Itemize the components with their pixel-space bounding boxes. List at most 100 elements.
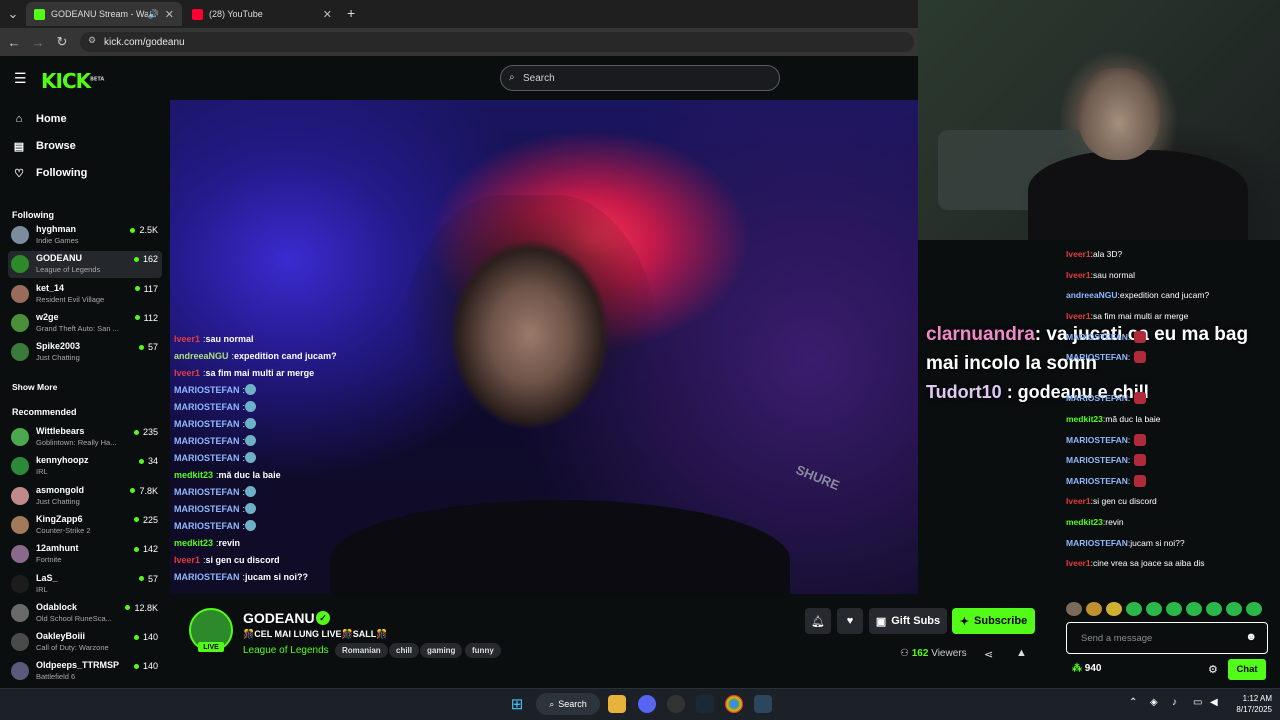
site-info-icon[interactable]: ⚙ xyxy=(88,35,96,46)
microphone-icon[interactable]: ♪ xyxy=(1172,697,1177,708)
hamburger-menu-icon[interactable]: ☰ xyxy=(14,70,27,87)
chat-message[interactable]: MARIOSTEFAN: xyxy=(1066,326,1278,347)
back-icon[interactable]: ← xyxy=(6,34,22,50)
discord-icon[interactable] xyxy=(638,695,656,713)
chat-message[interactable]: Iveer1: si gen cu discord xyxy=(1066,491,1278,512)
steam-icon[interactable] xyxy=(696,695,714,713)
chat-message[interactable]: Iveer1: sau normal xyxy=(1066,265,1278,286)
sidebar-channel-kennyhoopz[interactable]: kennyhoopz IRL 34 xyxy=(8,453,162,480)
emote-icon[interactable] xyxy=(1106,602,1122,616)
gift-subs-button[interactable]: ▣ Gift Subs xyxy=(869,608,947,634)
chat-username[interactable]: medkit23 xyxy=(1066,414,1103,424)
emote-icon[interactable] xyxy=(1086,602,1102,616)
tag-funny[interactable]: funny xyxy=(465,643,501,658)
reload-icon[interactable]: ↻ xyxy=(54,34,70,50)
chat-message[interactable]: Iveer1: ala 3D? xyxy=(1066,244,1278,265)
display-icon[interactable]: ▭ xyxy=(1193,697,1202,708)
nav-browse[interactable]: ▤ Browse xyxy=(12,136,76,156)
emote-icon[interactable] xyxy=(1126,602,1142,616)
chat-message[interactable]: Iveer1: cine vrea sa joace sa aiba dis xyxy=(1066,553,1278,574)
kick-logo[interactable]: KICKBETA xyxy=(41,69,104,93)
chat-message[interactable]: MARIOSTEFAN: xyxy=(1066,429,1278,450)
emote-bar[interactable] xyxy=(1066,602,1272,618)
chat-send-button[interactable]: Chat xyxy=(1228,659,1266,680)
chat-username[interactable]: Iveer1 xyxy=(1066,249,1091,259)
emote-icon[interactable] xyxy=(1206,602,1222,616)
windows-start-icon[interactable]: ⊞ xyxy=(508,695,526,713)
share-icon[interactable]: ⋖ xyxy=(984,648,993,661)
emote-icon[interactable] xyxy=(1066,602,1082,616)
sidebar-channel-hyghman[interactable]: hyghman Indie Games 2.5K xyxy=(8,222,162,249)
chat-message[interactable]: MARIOSTEFAN: xyxy=(1066,347,1278,368)
report-icon[interactable]: ▲ xyxy=(1016,647,1027,659)
sidebar-channel-12amhunt[interactable]: 12amhunt Fortnite 142 xyxy=(8,541,162,568)
chat-username[interactable]: MARIOSTEFAN xyxy=(1066,476,1128,486)
chat-username[interactable]: MARIOSTEFAN xyxy=(1066,455,1128,465)
emoji-picker-icon[interactable]: ☻ xyxy=(1245,631,1257,643)
show-more-link[interactable]: Show More xyxy=(12,382,57,392)
emote-icon[interactable] xyxy=(1226,602,1242,616)
sidebar-channel-oakleyboiii[interactable]: OakleyBoiii Call of Duty: Warzone 140 xyxy=(8,629,162,656)
subscribe-button[interactable]: ✦ Subscribe xyxy=(952,608,1035,634)
chat-message[interactable]: MARIOSTEFAN: xyxy=(1066,450,1278,471)
taskbar-search[interactable]: ⌕ Search xyxy=(536,693,600,715)
nav-following[interactable]: ♡ Following xyxy=(12,163,87,183)
forward-icon[interactable]: → xyxy=(30,34,46,50)
sidebar-channel-wittlebears[interactable]: Wittlebears Goblintown: Really Ha... 235 xyxy=(8,424,162,451)
chat-username[interactable]: MARIOSTEFAN xyxy=(1066,352,1128,362)
chat-message[interactable]: Iveer1: sa fim mai multi ar merge xyxy=(1066,306,1278,327)
taskbar-clock[interactable]: 1:12 AM 8/17/2025 xyxy=(1228,693,1272,715)
app-icon[interactable] xyxy=(667,695,685,713)
tab-godeanu[interactable]: GODEANU Stream - Watch 🔊 ✕ xyxy=(26,2,182,26)
sidebar-channel-odablock[interactable]: Odablock Old School RuneSca... 12.8K xyxy=(8,600,162,627)
emote-icon[interactable] xyxy=(1166,602,1182,616)
chat-username[interactable]: MARIOSTEFAN xyxy=(1066,393,1128,403)
chrome-icon[interactable] xyxy=(725,695,743,713)
tag-chill[interactable]: chill xyxy=(389,643,420,658)
chat-message-list[interactable]: Iveer1: ala 3D? Iveer1: sau normal andreea… xyxy=(1066,244,1278,574)
chat-username[interactable]: andreeaNGU xyxy=(1066,290,1118,300)
nav-home[interactable]: ⌂ Home xyxy=(12,109,67,129)
chat-username[interactable]: MARIOSTEFAN xyxy=(1066,435,1128,445)
chat-message[interactable]: medkit23: mă duc la baie xyxy=(1066,409,1278,430)
emote-icon[interactable] xyxy=(1186,602,1202,616)
follow-heart-button[interactable]: ♥ xyxy=(837,608,863,634)
chat-message[interactable]: andreeaNGU: expedition cand jucam? xyxy=(1066,285,1278,306)
close-tab-icon[interactable]: ✕ xyxy=(323,8,332,21)
steam-app-icon[interactable] xyxy=(754,695,772,713)
emote-icon[interactable] xyxy=(1146,602,1162,616)
chat-username[interactable]: Iveer1 xyxy=(1066,311,1091,321)
close-tab-icon[interactable]: ✕ xyxy=(165,8,174,21)
chat-message[interactable]: medkit23: revin xyxy=(1066,512,1278,533)
notification-bell-button[interactable]: 🔔︎ xyxy=(805,608,831,634)
chat-username[interactable]: medkit23 xyxy=(1066,517,1103,527)
tab-list-icon[interactable]: ⌄ xyxy=(5,6,21,22)
network-icon[interactable]: ◈ xyxy=(1150,697,1158,708)
tag-gaming[interactable]: gaming xyxy=(420,643,463,658)
tray-chevron-icon[interactable]: ⌃ xyxy=(1129,697,1137,708)
chat-message[interactable]: MARIOSTEFAN: xyxy=(1066,388,1278,409)
streamer-name[interactable]: GODEANU xyxy=(243,610,315,626)
chat-username[interactable]: Iveer1 xyxy=(1066,496,1091,506)
file-explorer-icon[interactable] xyxy=(608,695,626,713)
sidebar-channel-oldpeeps_ttrmsp[interactable]: Oldpeeps_TTRMSP Battlefield 6 140 xyxy=(8,658,162,685)
chat-message[interactable]: MARIOSTEFAN: xyxy=(1066,471,1278,492)
url-field[interactable]: ⚙ kick.com/godeanu xyxy=(80,32,914,52)
emote-icon[interactable] xyxy=(1246,602,1262,616)
chat-message[interactable] xyxy=(1066,368,1278,389)
sidebar-channel-asmongold[interactable]: asmongold Just Chatting 7.8K xyxy=(8,483,162,510)
volume-icon[interactable]: ◀ xyxy=(1210,697,1218,708)
chat-message[interactable]: MARIOSTEFAN: jucam si noi?? xyxy=(1066,532,1278,553)
channel-points[interactable]: ⁂ 940 xyxy=(1072,663,1101,674)
chat-username[interactable]: Iveer1 xyxy=(1066,558,1091,568)
chat-username[interactable]: Iveer1 xyxy=(1066,270,1091,280)
sidebar-channel-las_[interactable]: LaS_ IRL 57 xyxy=(8,571,162,598)
chat-username[interactable]: MARIOSTEFAN xyxy=(1066,538,1128,548)
sidebar-channel-ket_14[interactable]: ket_14 Resident Evil Village 117 xyxy=(8,281,162,308)
sidebar-channel-w2ge[interactable]: w2ge Grand Theft Auto: San ... 112 xyxy=(8,310,162,337)
tab-youtube[interactable]: (28) YouTube ✕ xyxy=(184,2,340,26)
sidebar-channel-spike2003[interactable]: Spike2003 Just Chatting 57 xyxy=(8,339,162,366)
search-input[interactable]: ⌕ Search xyxy=(500,65,780,91)
sidebar-channel-godeanu[interactable]: GODEANU League of Legends 162 xyxy=(8,251,162,279)
chat-input[interactable]: Send a message ☻ xyxy=(1066,622,1268,654)
